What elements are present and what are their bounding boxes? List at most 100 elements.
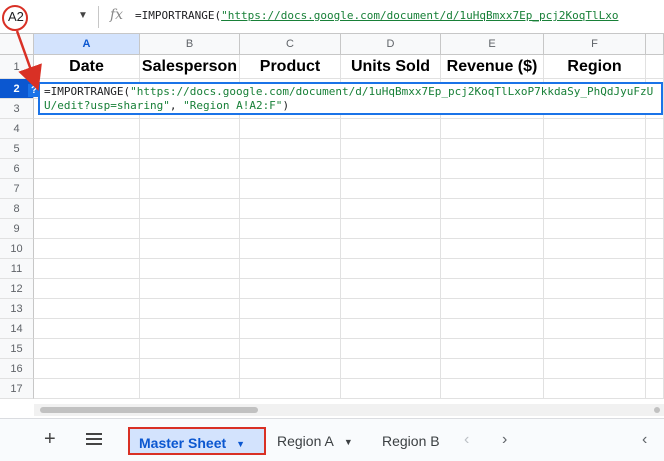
collapse-side-panel-icon[interactable]: ‹ (642, 431, 647, 449)
cell-b10[interactable] (140, 239, 240, 259)
cell-e14[interactable] (441, 319, 544, 339)
cell-e6[interactable] (441, 159, 544, 179)
cell-b13[interactable] (140, 299, 240, 319)
cell-c8[interactable] (240, 199, 341, 219)
cell-d5[interactable] (341, 139, 441, 159)
chevron-down-icon[interactable]: ▼ (344, 428, 353, 456)
header-cell-e[interactable]: Revenue ($) (441, 55, 544, 79)
column-header-b[interactable]: B (140, 34, 240, 55)
cell-f12[interactable] (544, 279, 646, 299)
cell-editor-text[interactable]: =IMPORTRANGE("https://docs.google.com/do… (44, 85, 662, 113)
all-sheets-menu-icon[interactable] (86, 433, 102, 445)
cell-c15[interactable] (240, 339, 341, 359)
cell-c11[interactable] (240, 259, 341, 279)
cell-f6[interactable] (544, 159, 646, 179)
row-header-1[interactable]: 1 (0, 55, 34, 79)
cell-editor-a2[interactable]: =IMPORTRANGE("https://docs.google.com/do… (38, 82, 663, 115)
cell-a4[interactable] (34, 119, 140, 139)
cell-e9[interactable] (441, 219, 544, 239)
cell-e7[interactable] (441, 179, 544, 199)
cell-b11[interactable] (140, 259, 240, 279)
cell-d7[interactable] (341, 179, 441, 199)
cell-d9[interactable] (341, 219, 441, 239)
cell-c14[interactable] (240, 319, 341, 339)
tab-master-sheet[interactable]: Master Sheet ▼ (128, 427, 266, 455)
cell-d17[interactable] (341, 379, 441, 399)
cell-d14[interactable] (341, 319, 441, 339)
cell-c17[interactable] (240, 379, 341, 399)
header-cell-c[interactable]: Product (240, 55, 341, 79)
cell-d15[interactable] (341, 339, 441, 359)
cell-f10[interactable] (544, 239, 646, 259)
cell-f15[interactable] (544, 339, 646, 359)
cell-e5[interactable] (441, 139, 544, 159)
row-header-17[interactable]: 17 (0, 379, 34, 399)
row-header-6[interactable]: 6 (0, 159, 34, 179)
header-cell-f[interactable]: Region (544, 55, 646, 79)
cell-d10[interactable] (341, 239, 441, 259)
row-header-10[interactable]: 10 (0, 239, 34, 259)
chevron-down-icon[interactable]: ▼ (78, 10, 88, 21)
cell-a12[interactable] (34, 279, 140, 299)
row-header-5[interactable]: 5 (0, 139, 34, 159)
cell-d12[interactable] (341, 279, 441, 299)
cell-c6[interactable] (240, 159, 341, 179)
cell-f8[interactable] (544, 199, 646, 219)
tab-region-b[interactable]: Region B (382, 427, 442, 455)
cell-f17[interactable] (544, 379, 646, 399)
cell-b9[interactable] (140, 219, 240, 239)
cell-d13[interactable] (341, 299, 441, 319)
row-header-7[interactable]: 7 (0, 179, 34, 199)
select-all-corner[interactable] (0, 34, 34, 55)
cell-b8[interactable] (140, 199, 240, 219)
header-cell-d[interactable]: Units Sold (341, 55, 441, 79)
row-header-14[interactable]: 14 (0, 319, 34, 339)
scroll-tabs-right-icon[interactable]: › (502, 431, 507, 449)
cell-d11[interactable] (341, 259, 441, 279)
cell-e8[interactable] (441, 199, 544, 219)
cell-e13[interactable] (441, 299, 544, 319)
cell-b12[interactable] (140, 279, 240, 299)
column-header-a[interactable]: A (34, 34, 140, 55)
column-header-d[interactable]: D (341, 34, 441, 55)
cell-c7[interactable] (240, 179, 341, 199)
cell-f16[interactable] (544, 359, 646, 379)
cell-d16[interactable] (341, 359, 441, 379)
name-box[interactable]: A2 ▼ (0, 3, 96, 31)
cell-c12[interactable] (240, 279, 341, 299)
cell-c5[interactable] (240, 139, 341, 159)
cell-c4[interactable] (240, 119, 341, 139)
cell-f14[interactable] (544, 319, 646, 339)
cell-f13[interactable] (544, 299, 646, 319)
cell-a14[interactable] (34, 319, 140, 339)
cell-b6[interactable] (140, 159, 240, 179)
horizontal-scrollbar[interactable] (34, 404, 664, 416)
column-header-f[interactable]: F (544, 34, 646, 55)
row-header-9[interactable]: 9 (0, 219, 34, 239)
cell-d4[interactable] (341, 119, 441, 139)
cell-a5[interactable] (34, 139, 140, 159)
cell-a17[interactable] (34, 379, 140, 399)
tab-region-a[interactable]: Region A ▼ (277, 427, 353, 455)
cell-a7[interactable] (34, 179, 140, 199)
cell-f4[interactable] (544, 119, 646, 139)
cell-f9[interactable] (544, 219, 646, 239)
cell-f5[interactable] (544, 139, 646, 159)
row-header-12[interactable]: 12 (0, 279, 34, 299)
row-header-13[interactable]: 13 (0, 299, 34, 319)
cell-a10[interactable] (34, 239, 140, 259)
cell-f11[interactable] (544, 259, 646, 279)
cell-c9[interactable] (240, 219, 341, 239)
cell-b17[interactable] (140, 379, 240, 399)
cell-e16[interactable] (441, 359, 544, 379)
cell-a8[interactable] (34, 199, 140, 219)
cell-d8[interactable] (341, 199, 441, 219)
scrollbar-thumb[interactable] (40, 407, 258, 413)
row-header-8[interactable]: 8 (0, 199, 34, 219)
cell-a9[interactable] (34, 219, 140, 239)
formula-input[interactable]: =IMPORTRANGE("https://docs.google.com/do… (135, 9, 664, 27)
scroll-tabs-left-icon[interactable]: ‹ (464, 431, 469, 449)
cell-b14[interactable] (140, 319, 240, 339)
row-header-11[interactable]: 11 (0, 259, 34, 279)
cell-e10[interactable] (441, 239, 544, 259)
